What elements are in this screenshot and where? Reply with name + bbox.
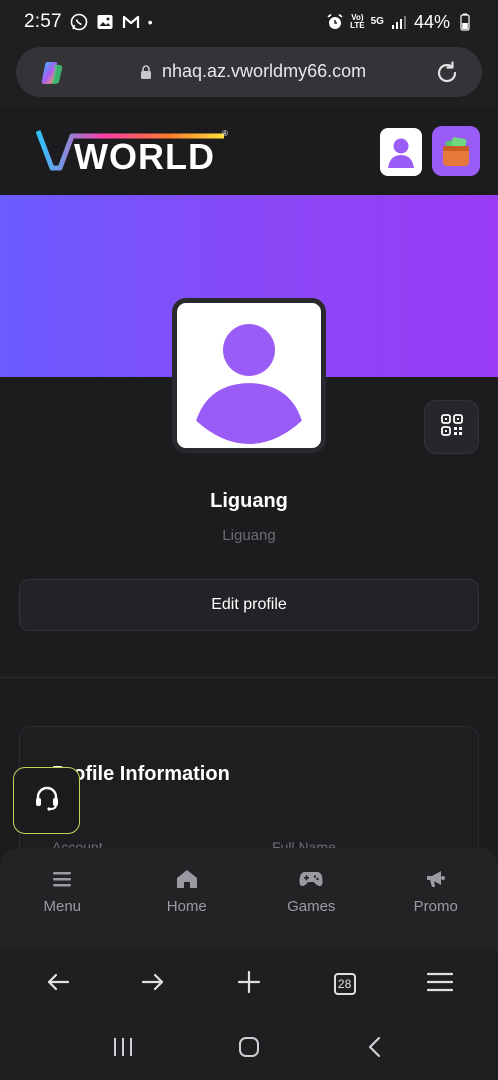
tab-count: 28 — [333, 973, 356, 995]
qr-code-button[interactable] — [424, 400, 479, 454]
site-bottom-nav: Menu Home Games Promo — [0, 848, 498, 950]
whatsapp-icon — [70, 13, 88, 31]
new-tab-button[interactable] — [225, 960, 273, 1008]
browser-menu-button[interactable] — [416, 960, 464, 1008]
profile-handle: Liguang — [222, 527, 276, 544]
wallet-icon[interactable] — [432, 126, 480, 176]
chevron-left-icon — [367, 1036, 383, 1063]
svg-text:®: ® — [222, 129, 228, 138]
recent-apps-button[interactable] — [99, 1025, 147, 1073]
qr-code-icon — [440, 413, 464, 442]
home-square-icon — [238, 1036, 260, 1063]
gamepad-icon — [299, 868, 323, 890]
gmail-icon — [122, 13, 140, 31]
status-time: 2:57 — [24, 11, 62, 32]
vworld-logo[interactable]: WORLD ® — [35, 126, 236, 178]
nav-games-label: Games — [287, 898, 336, 915]
reload-icon[interactable] — [434, 60, 460, 86]
nav-games[interactable]: Games — [249, 848, 374, 950]
nav-promo-label: Promo — [413, 898, 458, 915]
plus-icon — [237, 970, 261, 999]
svg-text:WORLD: WORLD — [74, 136, 215, 177]
tabs-button[interactable]: 28 — [321, 960, 369, 1008]
arrow-right-icon — [141, 972, 165, 997]
customer-support-button[interactable] — [13, 767, 80, 834]
network-indicator: 5G — [370, 16, 384, 27]
header-avatar[interactable] — [380, 128, 422, 176]
forward-button[interactable] — [129, 960, 177, 1008]
edit-profile-button[interactable]: Edit profile — [19, 579, 479, 631]
arrow-left-icon — [46, 972, 70, 997]
home-button[interactable] — [225, 1025, 273, 1073]
nav-menu[interactable]: Menu — [0, 848, 125, 950]
battery-percent: 44% — [413, 11, 450, 32]
android-nav-bar — [0, 1018, 498, 1080]
address-bar[interactable]: nhaq.az.vworldmy66.com — [16, 47, 482, 97]
hamburger-icon — [50, 868, 74, 890]
home-icon — [175, 868, 199, 890]
gallery-icon — [96, 13, 114, 31]
nav-promo[interactable]: Promo — [374, 848, 498, 950]
status-bar: 2:57 • Vo) LTE 5G 44% — [0, 0, 498, 44]
browser-address-area: nhaq.az.vworldmy66.com — [0, 44, 498, 106]
nav-home-label: Home — [166, 898, 207, 915]
nav-menu-label: Menu — [43, 898, 82, 915]
recents-icon — [112, 1037, 134, 1062]
site-header: WORLD ® — [0, 106, 498, 195]
profile-avatar[interactable] — [172, 298, 326, 453]
url-text[interactable]: nhaq.az.vworldmy66.com — [162, 61, 366, 82]
system-back-button[interactable] — [351, 1025, 399, 1073]
headset-icon — [32, 783, 62, 818]
signal-icon — [390, 13, 408, 31]
volte-indicator: Vo) LTE — [350, 13, 365, 30]
alarm-icon — [326, 13, 344, 31]
hamburger-icon — [427, 972, 454, 997]
browser-toolbar: 28 — [0, 950, 498, 1018]
copilot-icon[interactable] — [38, 59, 66, 87]
lock-icon — [140, 65, 152, 79]
section-divider — [0, 677, 498, 678]
megaphone-icon — [424, 868, 448, 890]
nav-home[interactable]: Home — [125, 848, 250, 950]
battery-icon — [456, 13, 474, 31]
profile-name: Liguang — [210, 490, 288, 512]
status-dot: • — [147, 14, 153, 30]
back-button[interactable] — [34, 960, 82, 1008]
